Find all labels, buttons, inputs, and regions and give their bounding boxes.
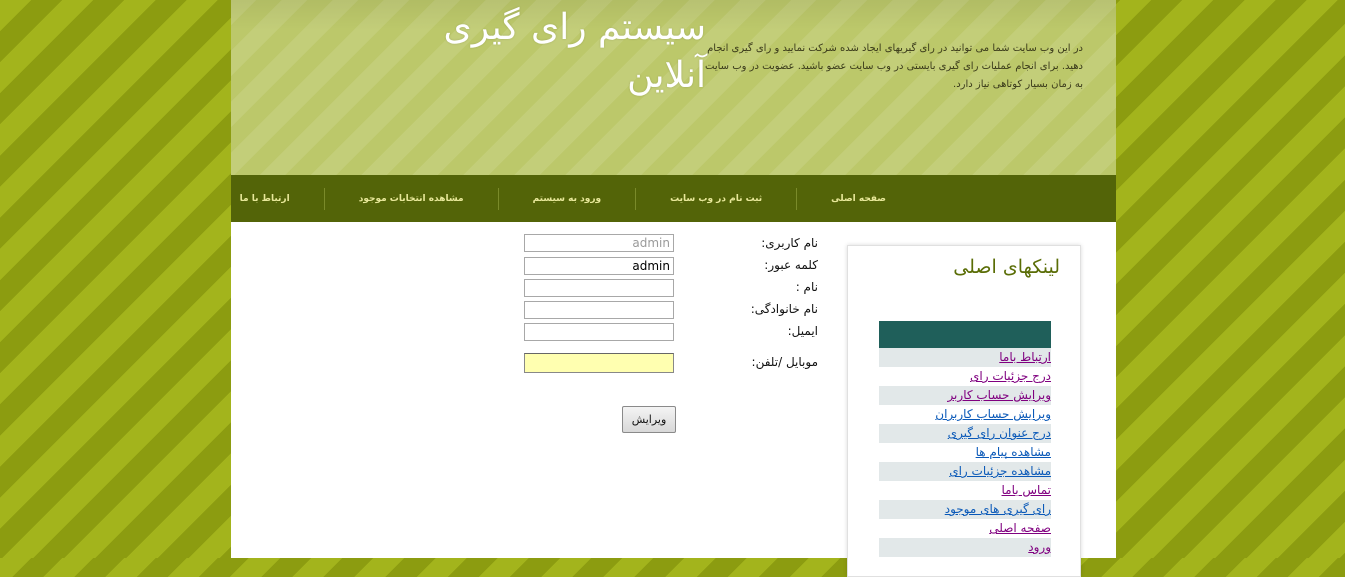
link-insert-vote-title[interactable]: درج عنوان رای گیری <box>948 426 1051 440</box>
sidebar-link-list: ارتباط باما درج جزئیات رای ویرایش حساب ک… <box>879 348 1051 557</box>
link-contact-us[interactable]: ارتباط باما <box>999 350 1051 364</box>
mobile-field[interactable] <box>524 353 674 373</box>
site-title: سیستم رای گیری آنلاین <box>443 7 706 96</box>
list-item: درج عنوان رای گیری <box>879 424 1051 443</box>
link-home[interactable]: صفحه اصلی <box>989 521 1051 535</box>
link-existing-votes[interactable]: رای گیری های موجود <box>945 502 1051 516</box>
main-navbar: صفحه اصلی ثبت نام در وب سایت ورود به سیس… <box>231 175 1116 222</box>
edit-button[interactable]: ویرایش <box>622 406 676 433</box>
link-view-vote-details[interactable]: مشاهده جزئیات رای <box>949 464 1051 478</box>
sidebar-title: لینکهای اصلی <box>953 256 1060 278</box>
email-field[interactable] <box>524 323 674 341</box>
link-insert-vote-details[interactable]: درج جزئیات رای <box>970 369 1051 383</box>
list-item: تماس باما <box>879 481 1051 500</box>
last-name-label: نام خانوادگی: <box>750 302 818 316</box>
nav-item-contact[interactable]: ارتباط با ما <box>206 188 324 210</box>
list-item: رای گیری های موجود <box>879 500 1051 519</box>
email-label: ایمیل: <box>787 324 818 338</box>
link-view-messages[interactable]: مشاهده پیام ها <box>976 445 1051 459</box>
list-item: درج جزئیات رای <box>879 367 1051 386</box>
sidebar-header-bar <box>879 321 1051 348</box>
first-name-field[interactable] <box>524 279 674 297</box>
sidebar-main-links: لینکهای اصلی ارتباط باما درج جزئیات رای … <box>847 245 1081 577</box>
list-item: صفحه اصلی <box>879 519 1051 538</box>
list-item: ویرایش حساب کاربر <box>879 386 1051 405</box>
nav-item-login[interactable]: ورود به سیستم <box>497 187 636 210</box>
link-edit-user-account[interactable]: ویرایش حساب کاربر <box>947 388 1051 402</box>
link-contact[interactable]: تماس باما <box>1002 483 1051 497</box>
mobile-label: موبایل /تلفن: <box>751 355 818 369</box>
username-label: نام کاربری: <box>761 236 818 250</box>
list-item: ارتباط باما <box>879 348 1051 367</box>
last-name-field[interactable] <box>524 301 674 319</box>
list-item: ورود <box>879 538 1051 557</box>
list-item: مشاهده جزئیات رای <box>879 462 1051 481</box>
list-item: مشاهده پیام ها <box>879 443 1051 462</box>
site-intro-text: در این وب سایت شما می توانید در رای گیری… <box>705 43 1083 90</box>
list-item: ویرایش حساب کاربران <box>879 405 1051 424</box>
link-edit-users-accounts[interactable]: ویرایش حساب کاربران <box>935 407 1051 421</box>
site-header: سیستم رای گیری آنلاین در این وب سایت شما… <box>231 0 1116 175</box>
password-field[interactable] <box>524 257 674 275</box>
link-login[interactable]: ورود <box>1028 540 1051 554</box>
first-name-label: نام : <box>795 280 818 294</box>
nav-item-elections[interactable]: مشاهده انتخابات موجود <box>323 187 498 210</box>
password-label: کلمه عبور: <box>764 258 818 272</box>
username-field[interactable] <box>524 234 674 252</box>
nav-item-register[interactable]: ثبت نام در وب سایت <box>635 187 796 210</box>
page-container: سیستم رای گیری آنلاین در این وب سایت شما… <box>231 0 1116 577</box>
nav-item-home[interactable]: صفحه اصلی <box>796 187 886 210</box>
